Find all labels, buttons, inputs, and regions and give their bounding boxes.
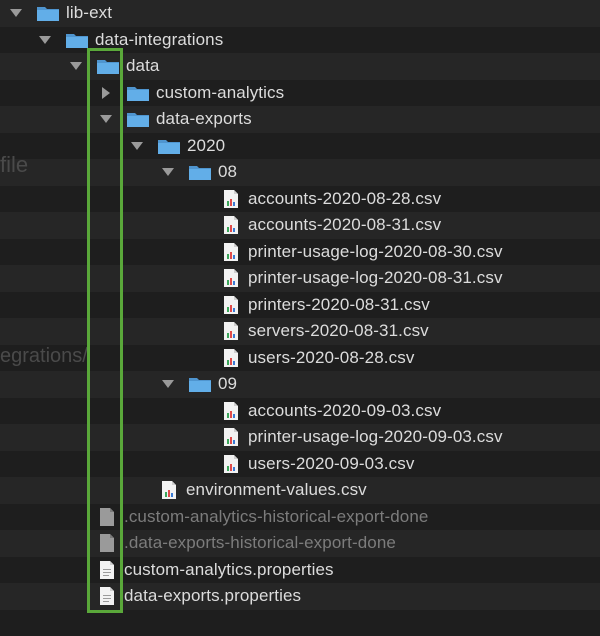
- tree-item-lib-ext[interactable]: lib-ext: [6, 0, 112, 27]
- tree-item-label: lib-ext: [66, 3, 112, 23]
- file-item-custom-analytics-done[interactable]: .custom-analytics-historical-export-done: [98, 504, 428, 531]
- background-text: file: [0, 152, 28, 178]
- file-name: environment-values.csv: [186, 480, 367, 500]
- tree-item-08[interactable]: 08: [158, 159, 237, 186]
- file-item-csv[interactable]: printer-usage-log-2020-09-03.csv: [222, 424, 503, 451]
- disclosure-expanded-icon[interactable]: [96, 109, 116, 129]
- file-name: custom-analytics.properties: [124, 560, 334, 580]
- tree-item-label: 09: [218, 374, 237, 394]
- disclosure-expanded-icon[interactable]: [6, 3, 26, 23]
- file-name: printer-usage-log-2020-09-03.csv: [248, 427, 503, 447]
- csv-file-icon: [222, 267, 240, 289]
- folder-icon: [126, 83, 150, 103]
- folder-icon: [188, 162, 212, 182]
- text-file-icon: [98, 559, 116, 581]
- file-tree: file egrations/ lib-ext data-integration…: [0, 0, 600, 616]
- csv-file-icon: [222, 294, 240, 316]
- folder-icon: [157, 136, 181, 156]
- tree-item-label: 08: [218, 162, 237, 182]
- csv-file-icon: [160, 479, 178, 501]
- row-bg: [0, 159, 600, 186]
- disclosure-expanded-icon[interactable]: [66, 56, 86, 76]
- tree-item-custom-analytics[interactable]: custom-analytics: [96, 80, 284, 107]
- row-bg: [0, 371, 600, 398]
- tree-item-data-exports[interactable]: data-exports: [96, 106, 252, 133]
- tree-item-label: data: [126, 56, 160, 76]
- file-name: printer-usage-log-2020-08-30.csv: [248, 242, 503, 262]
- row-bg: [0, 106, 600, 133]
- tree-item-label: data-exports: [156, 109, 252, 129]
- file-name: accounts-2020-08-31.csv: [248, 215, 441, 235]
- file-name: .data-exports-historical-export-done: [124, 533, 396, 553]
- file-name: accounts-2020-08-28.csv: [248, 189, 441, 209]
- tree-item-2020[interactable]: 2020: [127, 133, 225, 160]
- file-item-csv[interactable]: printer-usage-log-2020-08-30.csv: [222, 239, 503, 266]
- file-item-csv[interactable]: users-2020-08-28.csv: [222, 345, 414, 372]
- row-bg: [0, 133, 600, 160]
- file-item-csv[interactable]: accounts-2020-08-31.csv: [222, 212, 441, 239]
- csv-file-icon: [222, 453, 240, 475]
- csv-file-icon: [222, 214, 240, 236]
- file-item-csv[interactable]: printers-2020-08-31.csv: [222, 292, 430, 319]
- file-name: accounts-2020-09-03.csv: [248, 401, 441, 421]
- csv-file-icon: [222, 188, 240, 210]
- file-item-data-exports-properties[interactable]: data-exports.properties: [98, 583, 301, 610]
- file-item-csv[interactable]: servers-2020-08-31.csv: [222, 318, 429, 345]
- csv-file-icon: [222, 320, 240, 342]
- background-text: egrations/: [0, 345, 88, 368]
- file-name: .custom-analytics-historical-export-done: [124, 507, 428, 527]
- folder-icon: [188, 374, 212, 394]
- file-item-csv[interactable]: accounts-2020-09-03.csv: [222, 398, 441, 425]
- csv-file-icon: [222, 426, 240, 448]
- file-name: users-2020-09-03.csv: [248, 454, 414, 474]
- row-bg: [0, 610, 600, 636]
- tree-item-label: data-integrations: [95, 30, 223, 50]
- disclosure-expanded-icon[interactable]: [158, 374, 178, 394]
- file-item-environment-values[interactable]: environment-values.csv: [160, 477, 367, 504]
- text-file-icon: [98, 585, 116, 607]
- file-item-csv[interactable]: printer-usage-log-2020-08-31.csv: [222, 265, 503, 292]
- file-name: servers-2020-08-31.csv: [248, 321, 429, 341]
- tree-item-09[interactable]: 09: [158, 371, 237, 398]
- csv-file-icon: [222, 400, 240, 422]
- disclosure-expanded-icon[interactable]: [158, 162, 178, 182]
- row-bg: [0, 80, 600, 107]
- tree-item-label: 2020: [187, 136, 225, 156]
- tree-item-data-integrations[interactable]: data-integrations: [35, 27, 223, 54]
- file-name: printers-2020-08-31.csv: [248, 295, 430, 315]
- csv-file-icon: [222, 347, 240, 369]
- disclosure-collapsed-icon[interactable]: [96, 83, 116, 103]
- disclosure-expanded-icon[interactable]: [127, 136, 147, 156]
- file-name: data-exports.properties: [124, 586, 301, 606]
- file-name: printer-usage-log-2020-08-31.csv: [248, 268, 503, 288]
- disclosure-expanded-icon[interactable]: [35, 30, 55, 50]
- tree-item-data[interactable]: data: [66, 53, 160, 80]
- folder-icon: [126, 109, 150, 129]
- file-name: users-2020-08-28.csv: [248, 348, 414, 368]
- generic-file-icon: [98, 532, 116, 554]
- file-item-data-exports-done[interactable]: .data-exports-historical-export-done: [98, 530, 396, 557]
- csv-file-icon: [222, 241, 240, 263]
- tree-item-label: custom-analytics: [156, 83, 284, 103]
- file-item-csv[interactable]: accounts-2020-08-28.csv: [222, 186, 441, 213]
- folder-icon: [65, 30, 89, 50]
- generic-file-icon: [98, 506, 116, 528]
- folder-icon: [96, 56, 120, 76]
- file-item-csv[interactable]: users-2020-09-03.csv: [222, 451, 414, 478]
- file-item-custom-analytics-properties[interactable]: custom-analytics.properties: [98, 557, 334, 584]
- folder-icon: [36, 3, 60, 23]
